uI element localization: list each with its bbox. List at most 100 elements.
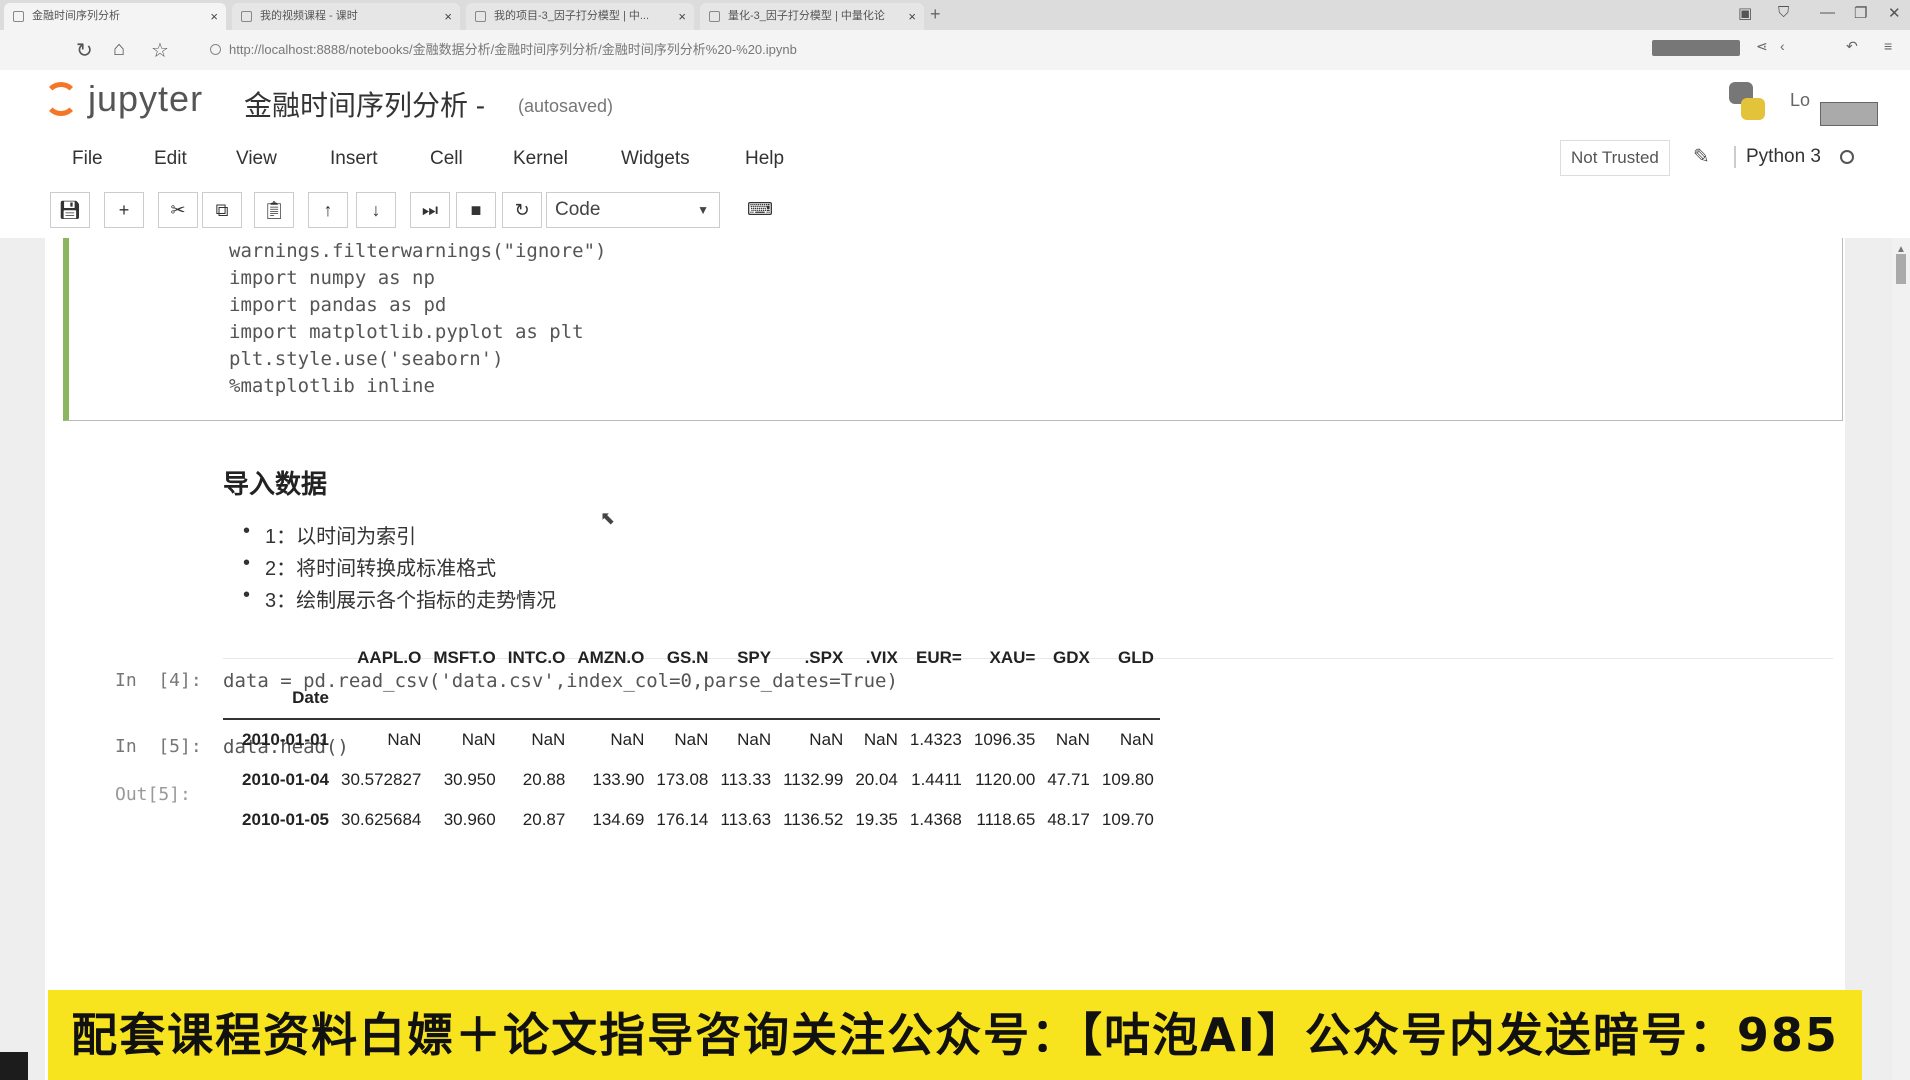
- python-logo-icon: [1725, 82, 1769, 122]
- dataframe-cell: 20.87: [522, 810, 566, 829]
- notebook-page: warnings.filterwarnings("ignore") import…: [45, 238, 1845, 1080]
- dataframe-cell: NaN: [674, 730, 709, 749]
- history-icon[interactable]: ↶: [1846, 38, 1858, 55]
- site-info-icon[interactable]: [210, 44, 221, 55]
- share-icon[interactable]: ⋖: [1756, 38, 1768, 55]
- extension-badge[interactable]: [1652, 40, 1740, 56]
- new-tab-icon[interactable]: +: [930, 4, 941, 25]
- tab-label: 量化-3_因子打分模型 | 中量化论: [728, 10, 885, 22]
- bookmark-star-icon[interactable]: ☆: [151, 38, 169, 63]
- insert-cell-button[interactable]: +: [104, 192, 144, 228]
- arrow-up-icon: ↑: [323, 200, 333, 220]
- scroll-thumb[interactable]: [1896, 254, 1906, 284]
- browser-menu-icon[interactable]: ≡: [1884, 38, 1892, 54]
- browser-tab-4[interactable]: 量化-3_因子打分模型 | 中量化论 ×: [700, 3, 924, 30]
- stop-icon: ■: [470, 200, 482, 220]
- tab-label: 金融时间序列分析: [32, 10, 120, 22]
- column-header: INTC.O: [507, 648, 566, 667]
- dataframe-cell: 113.63: [720, 810, 772, 829]
- jupyter-logo-text: jupyter: [88, 78, 204, 119]
- close-tab-icon[interactable]: ×: [678, 3, 686, 30]
- menu-file[interactable]: File: [72, 148, 103, 170]
- dataframe-cell: 30.950: [443, 770, 496, 789]
- restart-button[interactable]: ↻: [502, 192, 542, 228]
- save-button[interactable]: 💾︎: [50, 192, 90, 228]
- close-tab-icon[interactable]: ×: [908, 3, 916, 30]
- extension-icon[interactable]: ⛉: [1778, 4, 1789, 21]
- arrow-down-icon: ↓: [371, 200, 381, 220]
- cell-type-select[interactable]: Code ▼: [546, 192, 720, 228]
- cut-cell-button[interactable]: ✂: [158, 192, 198, 228]
- dataframe-cell: 1136.52: [783, 810, 844, 829]
- promo-banner: 配套课程资料白嫖＋论文指导咨询关注公众号：【咕泡AI】公众号内发送暗号：985: [48, 990, 1862, 1080]
- dataframe-cell: 134.69: [592, 810, 645, 829]
- column-header: .VIX: [865, 648, 898, 667]
- menu-view[interactable]: View: [236, 148, 277, 170]
- jupyter-logo[interactable]: jupyter: [44, 78, 224, 124]
- column-header: .SPX: [804, 648, 844, 667]
- run-button[interactable]: ⏭: [410, 192, 450, 228]
- move-down-button[interactable]: ↓: [356, 192, 396, 228]
- dataframe-cell: NaN: [737, 730, 772, 749]
- menu-cell[interactable]: Cell: [430, 148, 463, 170]
- dataframe-row: 2010-01-04 30.572827 30.950 20.88 133.90 173.…: [223, 760, 1160, 800]
- tab-label: 我的视频课程 - 课时: [260, 10, 358, 22]
- browser-tab-1[interactable]: 金融时间序列分析 ×: [4, 3, 226, 30]
- code-cell-imports[interactable]: warnings.filterwarnings("ignore") import…: [63, 238, 1843, 421]
- page-scrollbar[interactable]: ▲: [1892, 238, 1910, 1080]
- kernel-name[interactable]: Python 3: [1734, 146, 1821, 168]
- close-tab-icon[interactable]: ×: [210, 3, 218, 30]
- dataframe-header-row: AAPL.O MSFT.O INTC.O AMZN.O GS.N SPY .SP…: [223, 638, 1160, 678]
- markdown-list-item: 2：将时间转换成标准格式: [243, 552, 496, 581]
- browser-tab-2[interactable]: 我的视频课程 - 课时 ×: [232, 3, 460, 30]
- command-palette-button[interactable]: ⌨: [740, 192, 780, 228]
- dataframe-cell: NaN: [531, 730, 566, 749]
- dataframe-cell: 1.4323: [909, 730, 962, 749]
- restore-icon[interactable]: ❐: [1854, 4, 1867, 22]
- column-header: GDX: [1053, 648, 1090, 667]
- code-line: import matplotlib.pyplot as plt: [229, 321, 584, 343]
- menu-widgets[interactable]: Widgets: [621, 148, 690, 170]
- edit-metadata-pencil-icon[interactable]: ✎: [1693, 144, 1710, 169]
- notebook-title[interactable]: 金融时间序列分析 -: [244, 84, 485, 124]
- dataframe-cell: NaN: [610, 730, 645, 749]
- copy-cell-button[interactable]: ⧉: [202, 192, 242, 228]
- code-line: import pandas as pd: [229, 294, 447, 316]
- home-icon[interactable]: ⌂: [113, 38, 125, 61]
- url-field[interactable]: http://localhost:8888/notebooks/金融数据分析/金…: [210, 38, 1640, 62]
- reload-icon[interactable]: ↻: [76, 38, 93, 63]
- chevron-down-icon: ▼: [697, 203, 709, 217]
- dataframe-cell: 1120.00: [975, 770, 1036, 789]
- move-up-button[interactable]: ↑: [308, 192, 348, 228]
- close-tab-icon[interactable]: ×: [444, 3, 452, 30]
- column-header: SPY: [737, 648, 772, 667]
- column-header: AMZN.O: [577, 648, 645, 667]
- logout-button[interactable]: Lo: [1790, 90, 1810, 111]
- dataframe-cell: 1118.65: [976, 810, 1036, 829]
- interrupt-button[interactable]: ■: [456, 192, 496, 228]
- dataframe-cell: 109.70: [1101, 810, 1154, 829]
- markdown-list-item: 1：以时间为索引: [243, 520, 416, 549]
- plus-icon: +: [118, 200, 130, 220]
- column-header: GLD: [1117, 648, 1154, 667]
- url-text: http://localhost:8888/notebooks/金融数据分析/金…: [229, 42, 797, 57]
- column-header: AAPL.O: [357, 648, 422, 667]
- column-header: XAU=: [989, 648, 1036, 667]
- minimize-icon[interactable]: —: [1820, 4, 1835, 21]
- browser-tab-bar: 金融时间序列分析 × 我的视频课程 - 课时 × 我的项目-3_因子打分模型 |…: [0, 0, 1910, 30]
- jupyter-logo-icon: [44, 82, 78, 116]
- address-bar: ↻ ⌂ ☆ http://localhost:8888/notebooks/金融…: [0, 30, 1910, 71]
- windows-start-icon[interactable]: [0, 1052, 28, 1080]
- column-header: EUR=: [916, 648, 962, 667]
- paste-icon: 📋︎: [262, 200, 286, 220]
- paste-cell-button[interactable]: 📋︎: [254, 192, 294, 228]
- back-arrow-icon[interactable]: ‹: [1780, 38, 1785, 54]
- menu-edit[interactable]: Edit: [154, 148, 187, 170]
- close-window-icon[interactable]: ✕: [1888, 4, 1901, 22]
- menu-kernel[interactable]: Kernel: [513, 148, 568, 170]
- menu-insert[interactable]: Insert: [330, 148, 378, 170]
- tab-search-icon[interactable]: ▣: [1738, 4, 1752, 22]
- menu-help[interactable]: Help: [745, 148, 784, 170]
- browser-tab-3[interactable]: 我的项目-3_因子打分模型 | 中... ×: [466, 3, 694, 30]
- not-trusted-button[interactable]: Not Trusted: [1560, 140, 1670, 176]
